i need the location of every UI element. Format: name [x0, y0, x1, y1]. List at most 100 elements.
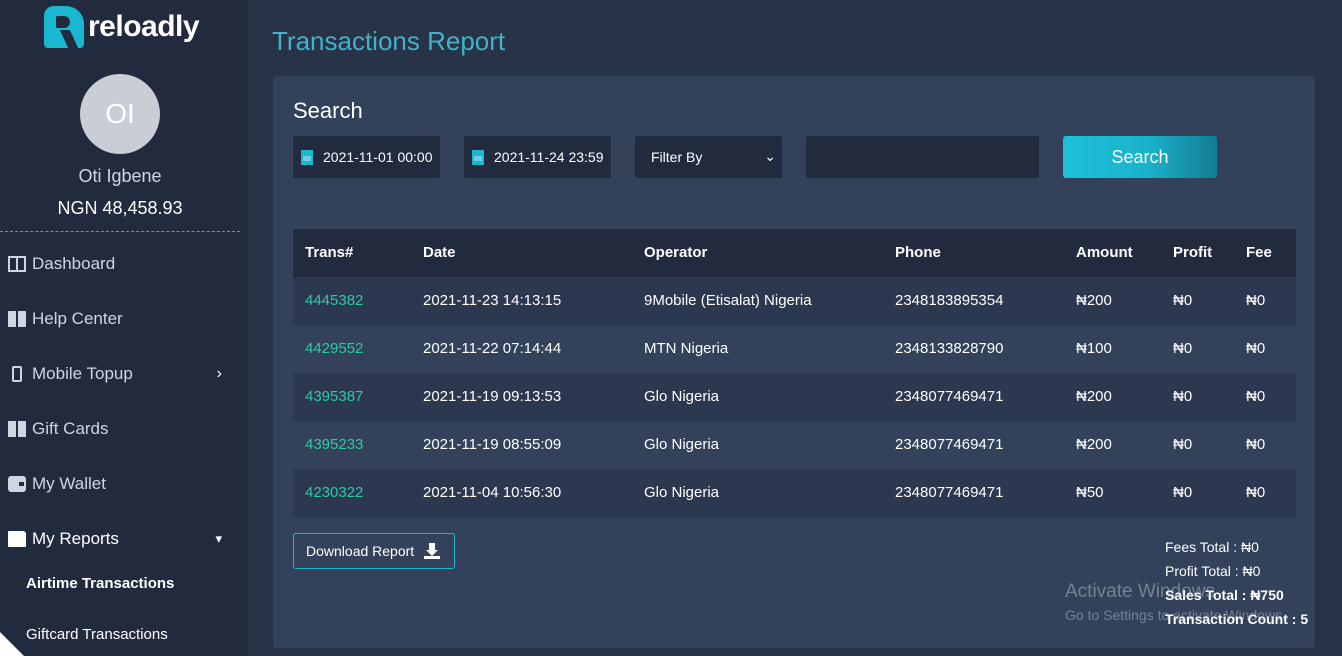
activate-windows-subtitle: Go to Settings to activate Windows.	[1065, 607, 1286, 623]
table-row: 4395233 2021-11-19 08:55:09 Glo Nigeria …	[293, 421, 1296, 469]
wallet-balance: NGN 48,458.93	[57, 198, 183, 218]
sidebar-subitem-airtime-transactions[interactable]: Airtime Transactions	[26, 575, 174, 592]
sidebar-item-gift-cards[interactable]: Gift Cards	[8, 414, 228, 444]
transaction-fee: ₦0	[1246, 340, 1266, 357]
column-header[interactable]: Operator	[644, 229, 707, 277]
user-name: Oti Igbene	[78, 166, 162, 186]
sidebar-item-my-reports[interactable]: My Reports ▾	[8, 524, 228, 554]
transaction-operator: Glo Nigeria	[644, 484, 720, 501]
table-row: 4445382 2021-11-23 14:13:15 9Mobile (Eti…	[293, 277, 1296, 325]
profit-total: Profit Total : ₦0	[1165, 563, 1261, 579]
column-header[interactable]: Amount	[1076, 229, 1133, 277]
reloadly-logo-icon	[44, 6, 84, 48]
chevron-down-icon: ⌄	[764, 148, 776, 164]
end-date-value: 2021-11-24 23:59	[494, 149, 604, 165]
transaction-date: 2021-11-04 10:56:30	[423, 484, 562, 501]
folder-open-icon	[8, 531, 26, 547]
column-header[interactable]: Date	[423, 229, 456, 277]
sidebar-divider	[0, 231, 240, 232]
transaction-id-link[interactable]: 4429552	[305, 325, 363, 373]
download-icon	[424, 543, 441, 559]
transaction-phone: 2348077469471	[895, 388, 1004, 405]
transaction-fee: ₦0	[1246, 388, 1266, 405]
sidebar-item-my-wallet[interactable]: My Wallet	[8, 469, 228, 499]
calendar-icon	[301, 149, 313, 165]
transaction-amount: ₦50	[1076, 484, 1104, 501]
sidebar-item-label: Help Center	[32, 309, 123, 328]
transaction-operator: 9Mobile (Etisalat) Nigeria	[644, 292, 812, 309]
transaction-phone: 2348133828790	[895, 340, 1004, 357]
column-header[interactable]: Phone	[895, 229, 941, 277]
transaction-operator: Glo Nigeria	[644, 388, 720, 405]
activate-windows-title: Activate Windows	[1065, 581, 1215, 602]
sidebar-item-label: My Reports	[32, 529, 119, 548]
transaction-id-link[interactable]: 4230322	[305, 469, 363, 517]
sidebar: reloadly OI Oti Igbene NGN 48,458.93 Das…	[0, 0, 248, 656]
start-date-value: 2021-11-01 00:00	[323, 149, 433, 165]
start-date-field[interactable]: 2021-11-01 00:00	[293, 136, 440, 178]
sidebar-item-mobile-topup[interactable]: Mobile Topup ›	[8, 359, 228, 389]
transaction-amount: ₦100	[1076, 340, 1112, 357]
download-report-button[interactable]: Download Report	[293, 533, 455, 569]
transaction-profit: ₦0	[1173, 484, 1193, 501]
search-input[interactable]	[806, 136, 1039, 178]
mobile-icon	[12, 366, 22, 382]
brand-name: reloadly	[88, 10, 200, 43]
sidebar-item-label: Mobile Topup	[32, 364, 133, 383]
transaction-amount: ₦200	[1076, 388, 1112, 405]
sidebar-item-dashboard[interactable]: Dashboard	[8, 249, 228, 279]
calendar-icon	[472, 149, 484, 165]
wallet-icon	[8, 476, 26, 492]
transaction-amount: ₦200	[1076, 436, 1112, 453]
search-button[interactable]: Search	[1063, 136, 1217, 178]
transaction-phone: 2348183895354	[895, 292, 1004, 309]
transaction-id-link[interactable]: 4395233	[305, 421, 363, 469]
transaction-id-link[interactable]: 4395387	[305, 373, 363, 421]
transaction-fee: ₦0	[1246, 436, 1266, 453]
transaction-date: 2021-11-23 14:13:15	[423, 292, 562, 309]
reloadly-logo[interactable]: reloadly	[44, 6, 200, 48]
transaction-fee: ₦0	[1246, 484, 1266, 501]
transaction-profit: ₦0	[1173, 292, 1193, 309]
transaction-date: 2021-11-19 08:55:09	[423, 436, 562, 453]
sidebar-item-label: My Wallet	[32, 474, 106, 493]
transaction-phone: 2348077469471	[895, 484, 1004, 501]
table-row: 4429552 2021-11-22 07:14:44 MTN Nigeria …	[293, 325, 1296, 373]
download-report-label: Download Report	[306, 543, 415, 559]
page-title: Transactions Report	[272, 26, 506, 56]
chevron-right-icon: ›	[216, 365, 222, 382]
transaction-operator: MTN Nigeria	[644, 340, 729, 357]
avatar[interactable]: OI	[80, 74, 160, 154]
column-header[interactable]: Fee	[1246, 229, 1272, 277]
book-icon	[8, 311, 26, 327]
gift-icon	[8, 421, 26, 437]
end-date-field[interactable]: 2021-11-24 23:59	[464, 136, 611, 178]
sidebar-subitem-giftcard-transactions[interactable]: Giftcard Transactions	[26, 626, 168, 643]
report-card: Search 2021-11-01 00:00 2021-11-24 23:59…	[273, 76, 1315, 648]
transaction-amount: ₦200	[1076, 292, 1112, 309]
column-header[interactable]: Trans#	[305, 229, 353, 277]
table-header: Trans# Date Operator Phone Amount Profit…	[293, 229, 1296, 277]
transaction-id-link[interactable]: 4445382	[305, 277, 363, 325]
search-section-title: Search	[293, 98, 363, 123]
transaction-date: 2021-11-19 09:13:53	[423, 388, 562, 405]
transactions-table: Trans# Date Operator Phone Amount Profit…	[293, 229, 1296, 517]
column-header[interactable]: Profit	[1173, 229, 1212, 277]
chevron-down-icon: ▾	[215, 531, 222, 546]
filter-by-select[interactable]: Filter By ⌄	[635, 136, 782, 178]
transaction-phone: 2348077469471	[895, 436, 1004, 453]
transaction-date: 2021-11-22 07:14:44	[423, 340, 562, 357]
filter-by-value: Filter By	[651, 149, 703, 165]
sidebar-item-label: Gift Cards	[32, 419, 109, 438]
settings-gear-icon[interactable]	[0, 632, 24, 656]
sidebar-item-help-center[interactable]: Help Center	[8, 304, 228, 334]
table-row: 4230322 2021-11-04 10:56:30 Glo Nigeria …	[293, 469, 1296, 517]
transaction-profit: ₦0	[1173, 436, 1193, 453]
sidebar-item-label: Dashboard	[32, 254, 116, 273]
fees-total: Fees Total : ₦0	[1165, 539, 1259, 555]
transaction-operator: Glo Nigeria	[644, 436, 720, 453]
transaction-profit: ₦0	[1173, 340, 1193, 357]
dashboard-icon	[8, 256, 26, 272]
transaction-fee: ₦0	[1246, 292, 1266, 309]
transaction-profit: ₦0	[1173, 388, 1193, 405]
